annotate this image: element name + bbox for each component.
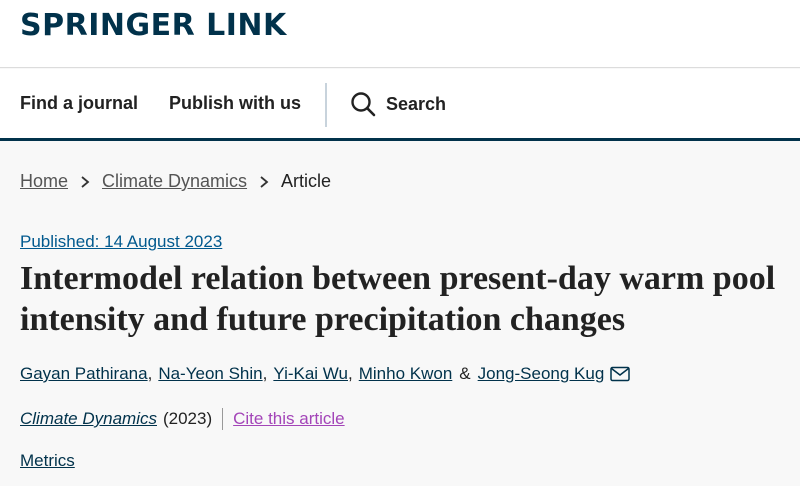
main-nav: Find a journal Publish with us Search [0,69,800,141]
metrics-link[interactable]: Metrics [20,451,75,471]
published-date[interactable]: Published: 14 August 2023 [20,232,222,252]
author-link[interactable]: Jong-Seong Kug [478,364,605,384]
author-separator: , [348,364,353,383]
journal-info: Climate Dynamics (2023) Cite this articl… [20,408,345,430]
breadcrumb-home[interactable]: Home [20,171,68,192]
author-link[interactable]: Gayan Pathirana [20,364,148,384]
publish-with-us-link[interactable]: Publish with us [169,93,301,114]
search-button[interactable]: Search [350,89,446,119]
search-icon [351,92,376,117]
springer-link-logo[interactable]: SPRINGER LINK [20,8,287,43]
author-ampersand: & [459,364,471,383]
author-separator: , [147,364,153,383]
author-separator: , [262,364,268,383]
article-title: Intermodel relation between present-day … [20,260,776,338]
author-link[interactable]: Yi-Kai Wu [273,364,348,384]
breadcrumb: Home Climate Dynamics Article [20,171,331,192]
author-link[interactable]: Na-Yeon Shin [158,364,262,384]
chevron-right-icon [260,175,269,188]
site-header: SPRINGER LINK [0,0,800,68]
breadcrumb-journal[interactable]: Climate Dynamics [102,171,247,192]
cite-article-link[interactable]: Cite this article [233,409,344,429]
search-label: Search [386,93,447,114]
publication-year: (2023) [162,409,213,428]
find-journal-link[interactable]: Find a journal [20,93,138,114]
divider [222,408,224,430]
nav-divider [325,83,327,127]
author-link[interactable]: Minho Kwon [359,364,453,384]
chevron-right-icon [81,175,90,188]
mail-icon[interactable] [610,366,631,382]
journal-link[interactable]: Climate Dynamics [20,409,157,429]
author-list: Gayan Pathirana, Na-Yeon Shin, Yi-Kai Wu… [20,364,631,384]
breadcrumb-current: Article [281,171,332,191]
